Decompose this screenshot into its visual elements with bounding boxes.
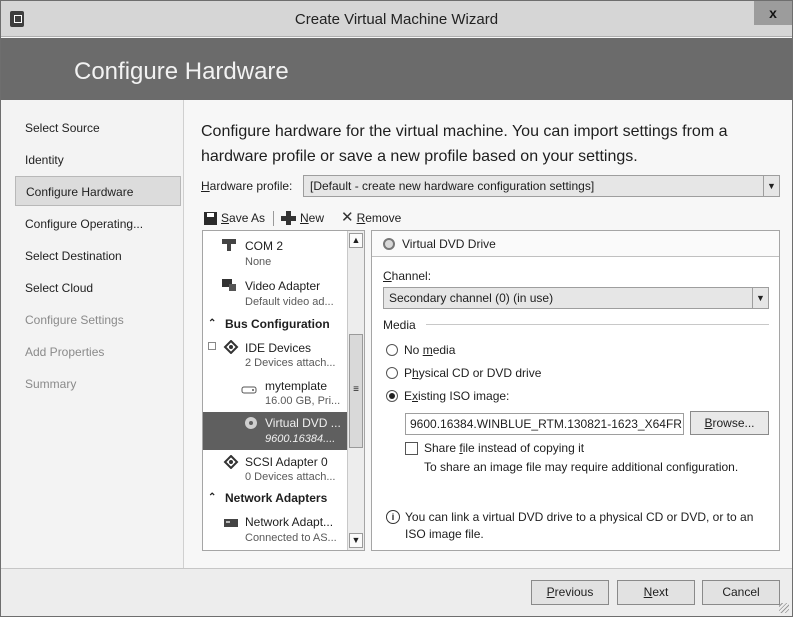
scroll-thumb[interactable]: ≡ — [349, 334, 363, 448]
chevron-up-icon: ⌃ — [208, 492, 217, 503]
dvd-icon — [383, 238, 395, 250]
channel-value: Secondary channel (0) (in use) — [389, 291, 554, 305]
scroll-down-button[interactable]: ▼ — [349, 533, 363, 548]
resize-grip-icon[interactable] — [779, 603, 789, 613]
monitor-icon — [222, 279, 236, 291]
nav-item-select-destination[interactable]: Select Destination — [15, 241, 181, 271]
share-file-checkbox[interactable] — [405, 442, 418, 455]
tree-item-mytemplate[interactable]: mytemplate 16.00 GB, Pri... — [203, 375, 348, 411]
nav-item-configure-hardware[interactable]: Configure Hardware — [15, 176, 181, 206]
hardware-profile-label: Hardware profile: — [201, 179, 293, 193]
disk-icon — [241, 386, 257, 394]
share-file-note: To share an image file may require addit… — [424, 460, 739, 474]
serial-port-icon — [222, 239, 236, 251]
window-title: Create Virtual Machine Wizard — [294, 11, 499, 28]
radio-existing-iso[interactable] — [386, 390, 398, 402]
no-media-label[interactable]: No media — [404, 343, 455, 357]
tree-item-virtual-dvd[interactable]: Virtual DVD ... 9600.16384.... — [203, 412, 348, 450]
physical-drive-label[interactable]: Physical CD or DVD drive — [404, 366, 541, 380]
hardware-profile-value: [Default - create new hardware configura… — [310, 179, 595, 193]
tree-item-network-adapter[interactable]: Network Adapt... Connected to AS... — [203, 510, 348, 550]
header-band: Configure Hardware — [1, 38, 792, 100]
tree-item-video-adapter[interactable]: Video Adapter Default video ad... — [203, 273, 348, 313]
page-title: Configure Hardware — [74, 58, 289, 85]
browse-button[interactable]: Browse... — [690, 411, 769, 435]
title-bar: Create Virtual Machine Wizard x — [1, 1, 792, 37]
dvd-icon — [245, 417, 257, 429]
hardware-profile-select[interactable]: [Default - create new hardware configura… — [303, 175, 780, 197]
next-button[interactable]: Next — [617, 580, 695, 605]
channel-label: Channel: — [383, 269, 432, 283]
chevron-down-icon[interactable]: ▼ — [752, 288, 768, 308]
scsi-icon — [223, 455, 239, 469]
add-icon — [281, 211, 296, 225]
channel-select[interactable]: Secondary channel (0) (in use) ▼ — [383, 287, 769, 309]
radio-no-media[interactable] — [386, 344, 398, 356]
tree-item-ide-devices[interactable]: IDE Devices 2 Devices attach... — [203, 336, 348, 374]
wizard-nav: Select Source Identity Configure Hardwar… — [1, 100, 184, 568]
toolbar-divider — [273, 211, 274, 226]
detail-header: Virtual DVD Drive — [372, 231, 779, 257]
tree-scrollbar[interactable]: ▲ ≡ ▼ — [347, 231, 364, 550]
new-button[interactable]: New — [281, 208, 324, 228]
detail-title: Virtual DVD Drive — [402, 237, 496, 251]
tree-item-scsi-adapter[interactable]: SCSI Adapter 0 0 Devices attach... — [203, 451, 348, 489]
nav-item-select-cloud[interactable]: Select Cloud — [15, 273, 181, 303]
collapse-icon[interactable] — [208, 342, 216, 350]
tree-item-com2[interactable]: COM 2 None — [203, 231, 348, 271]
hardware-toolbar: Save As New ✕ Remove — [204, 208, 584, 228]
network-card-icon — [224, 519, 238, 527]
nav-item-add-properties[interactable]: Add Properties — [15, 337, 181, 367]
share-file-label[interactable]: Share file instead of copying it — [424, 441, 584, 455]
cancel-button[interactable]: Cancel — [702, 580, 780, 605]
previous-button[interactable]: Previous — [531, 580, 609, 605]
group-bus-configuration[interactable]: ⌃ Bus Configuration — [203, 314, 348, 334]
ide-icon — [223, 340, 239, 354]
wizard-window: Create Virtual Machine Wizard x Configur… — [0, 0, 793, 617]
chevron-up-icon: ⌃ — [208, 318, 217, 329]
nav-item-configure-settings[interactable]: Configure Settings — [15, 305, 181, 335]
media-label: Media — [383, 318, 416, 332]
chevron-down-icon[interactable]: ▼ — [763, 176, 779, 196]
hardware-list[interactable]: COM 2 None Video Adapter Default video a… — [202, 230, 365, 551]
iso-path-field[interactable]: 9600.16384.WINBLUE_RTM.130821-1623_X64FR… — [405, 413, 684, 435]
intro-text: Configure hardware for the virtual machi… — [201, 123, 728, 165]
media-divider — [426, 324, 769, 325]
remove-icon: ✕ — [341, 209, 354, 226]
existing-iso-label[interactable]: Existing ISO image: — [404, 389, 509, 403]
save-icon — [204, 211, 217, 225]
save-as-button[interactable]: Save As — [204, 208, 265, 228]
close-button[interactable]: x — [754, 1, 792, 25]
nav-item-configure-operating[interactable]: Configure Operating... — [15, 209, 181, 239]
radio-physical-drive[interactable] — [386, 367, 398, 379]
scroll-up-button[interactable]: ▲ — [349, 233, 363, 248]
nav-item-summary[interactable]: Summary — [15, 369, 181, 399]
info-text: You can link a virtual DVD drive to a ph… — [405, 510, 754, 541]
remove-button[interactable]: ✕ Remove — [341, 208, 401, 228]
wizard-footer: Previous Next Cancel — [1, 568, 792, 616]
info-icon: i — [386, 510, 400, 524]
group-network-adapters[interactable]: ⌃ Network Adapters — [203, 488, 348, 508]
nav-item-identity[interactable]: Identity — [15, 145, 181, 175]
nav-item-select-source[interactable]: Select Source — [15, 113, 181, 143]
detail-pane: Virtual DVD Drive Channel: Secondary cha… — [371, 230, 780, 551]
